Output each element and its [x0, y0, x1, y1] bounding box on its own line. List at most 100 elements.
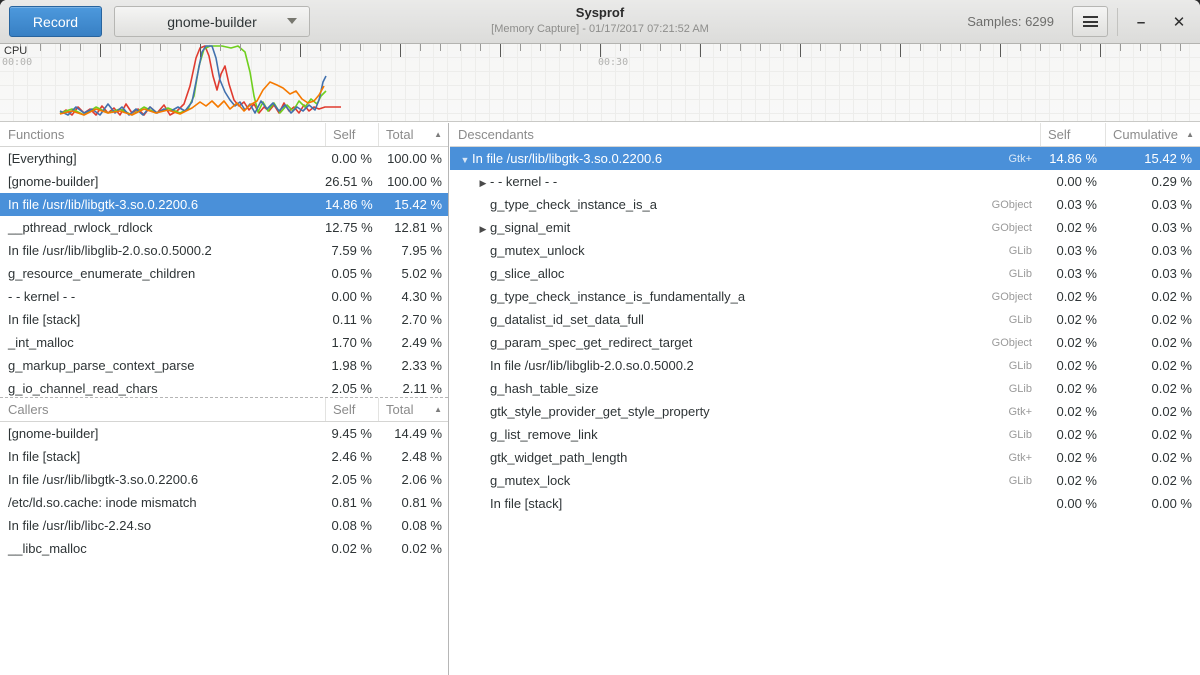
function-row[interactable]: g_markup_parse_context_parse 1.98 % 2.33…	[0, 354, 448, 377]
function-name: [Everything]	[0, 151, 325, 166]
ruler-tick	[40, 44, 41, 51]
callers-column-header[interactable]: Callers	[0, 398, 325, 421]
close-button[interactable]: ✕	[1162, 0, 1196, 44]
record-button[interactable]: Record	[9, 6, 102, 37]
functions-column-header[interactable]: Functions	[0, 123, 325, 146]
ruler-tick	[860, 44, 861, 51]
minimize-button[interactable]: –	[1124, 0, 1158, 44]
library-tag: Gtk+	[970, 153, 1040, 165]
total-percent: 2.49 %	[378, 335, 448, 350]
descendant-row[interactable]: g_slice_alloc GLib 0.03 % 0.03 %	[450, 262, 1200, 285]
total-percent: 5.02 %	[378, 266, 448, 281]
ruler-tick	[500, 44, 501, 57]
ruler-tick	[780, 44, 781, 51]
descendant-row[interactable]: ▼In file /usr/lib/libgtk-3.so.0.2200.6 G…	[450, 147, 1200, 170]
function-name: In file /usr/lib/libgtk-3.so.0.2200.6	[0, 197, 325, 212]
ruler-tick	[700, 44, 701, 57]
descendants-cumulative-column-header[interactable]: Cumulative ▲	[1105, 123, 1200, 146]
descendant-row[interactable]: g_datalist_id_set_data_full GLib 0.02 % …	[450, 308, 1200, 331]
cumulative-percent: 0.02 %	[1105, 335, 1200, 350]
descendant-row[interactable]: ▶g_signal_emit GObject 0.02 % 0.03 %	[450, 216, 1200, 239]
expander-icon[interactable]: ▶	[476, 178, 490, 189]
self-percent: 0.02 %	[1040, 312, 1105, 327]
descendant-row[interactable]: ▶- - kernel - - 0.00 % 0.29 %	[450, 170, 1200, 193]
ruler-tick	[740, 44, 741, 51]
pane-separator[interactable]	[448, 123, 449, 675]
ruler-tick	[460, 44, 461, 51]
function-name: [gnome-builder]	[0, 426, 325, 441]
self-percent: 0.81 %	[325, 495, 378, 510]
callers-total-column-header[interactable]: Total ▲	[378, 398, 448, 421]
descendant-name: g_mutex_lock	[450, 473, 970, 488]
function-row[interactable]: In file /usr/lib/libc-2.24.so 0.08 % 0.0…	[0, 514, 448, 537]
total-percent: 0.81 %	[378, 495, 448, 510]
library-tag: GLib	[970, 245, 1040, 257]
descendant-name: g_hash_table_size	[450, 381, 970, 396]
function-row[interactable]: __libc_malloc 0.02 % 0.02 %	[0, 537, 448, 560]
cumulative-percent: 0.03 %	[1105, 266, 1200, 281]
target-process-dropdown[interactable]: gnome-builder	[114, 6, 310, 37]
descendant-row[interactable]: g_type_check_instance_is_a GObject 0.03 …	[450, 193, 1200, 216]
chevron-down-icon	[287, 18, 297, 24]
total-percent: 12.81 %	[378, 220, 448, 235]
total-percent: 0.08 %	[378, 518, 448, 533]
descendant-row[interactable]: g_mutex_unlock GLib 0.03 % 0.03 %	[450, 239, 1200, 262]
descendant-row[interactable]: In file /usr/lib/libglib-2.0.so.0.5000.2…	[450, 354, 1200, 377]
self-percent: 0.02 %	[1040, 335, 1105, 350]
function-row[interactable]: /etc/ld.so.cache: inode mismatch 0.81 % …	[0, 491, 448, 514]
ruler-tick	[280, 44, 281, 51]
ruler-tick	[760, 44, 761, 51]
function-name: In file /usr/lib/libgtk-3.so.0.2200.6	[0, 472, 325, 487]
function-row[interactable]: [gnome-builder] 26.51 % 100.00 %	[0, 170, 448, 193]
function-row[interactable]: In file [stack] 0.11 % 2.70 %	[0, 308, 448, 331]
functions-total-column-header[interactable]: Total ▲	[378, 123, 448, 146]
cumulative-percent: 0.03 %	[1105, 243, 1200, 258]
descendant-row[interactable]: g_mutex_lock GLib 0.02 % 0.02 %	[450, 469, 1200, 492]
function-row[interactable]: - - kernel - - 0.00 % 4.30 %	[0, 285, 448, 308]
function-row[interactable]: _int_malloc 1.70 % 2.49 %	[0, 331, 448, 354]
self-percent: 0.02 %	[1040, 404, 1105, 419]
functions-self-column-header[interactable]: Self	[325, 123, 378, 146]
menu-button[interactable]	[1072, 6, 1108, 37]
library-tag: GLib	[970, 475, 1040, 487]
function-row[interactable]: In file /usr/lib/libglib-2.0.so.0.5000.2…	[0, 239, 448, 262]
descendant-row[interactable]: g_param_spec_get_redirect_target GObject…	[450, 331, 1200, 354]
expander-icon[interactable]: ▼	[458, 155, 472, 165]
descendants-panel: Descendants Self Cumulative ▲ ▼In file /…	[450, 123, 1200, 515]
headerbar: Record gnome-builder Sysprof [Memory Cap…	[0, 0, 1200, 44]
descendants-self-column-header[interactable]: Self	[1040, 123, 1105, 146]
descendant-row[interactable]: g_hash_table_size GLib 0.02 % 0.02 %	[450, 377, 1200, 400]
descendant-row[interactable]: gtk_widget_path_length Gtk+ 0.02 % 0.02 …	[450, 446, 1200, 469]
function-row[interactable]: [Everything] 0.00 % 100.00 %	[0, 147, 448, 170]
self-percent: 1.70 %	[325, 335, 378, 350]
function-row[interactable]: g_resource_enumerate_children 0.05 % 5.0…	[0, 262, 448, 285]
function-row[interactable]: In file [stack] 2.46 % 2.48 %	[0, 445, 448, 468]
descendant-row[interactable]: g_list_remove_link GLib 0.02 % 0.02 %	[450, 423, 1200, 446]
expander-icon[interactable]: ▶	[476, 224, 490, 235]
descendants-column-header[interactable]: Descendants	[450, 123, 1040, 146]
ruler-tick	[960, 44, 961, 51]
function-row[interactable]: g_io_channel_read_chars 2.05 % 2.11 %	[0, 377, 448, 398]
function-row[interactable]: In file /usr/lib/libgtk-3.so.0.2200.6 2.…	[0, 468, 448, 491]
sort-ascending-icon: ▲	[434, 405, 442, 414]
callers-self-column-header[interactable]: Self	[325, 398, 378, 421]
ruler-tick	[1000, 44, 1001, 57]
descendant-row[interactable]: g_type_check_instance_is_fundamentally_a…	[450, 285, 1200, 308]
function-row[interactable]: __pthread_rwlock_rdlock 12.75 % 12.81 %	[0, 216, 448, 239]
self-percent: 9.45 %	[325, 426, 378, 441]
descendant-row[interactable]: gtk_style_provider_get_style_property Gt…	[450, 400, 1200, 423]
cumulative-percent: 0.03 %	[1105, 220, 1200, 235]
function-name: - - kernel - -	[0, 289, 325, 304]
self-percent: 14.86 %	[325, 197, 378, 212]
ruler-tick	[400, 44, 401, 57]
time-label-mid: 00:30	[598, 57, 628, 68]
descendant-row[interactable]: In file [stack] 0.00 % 0.00 %	[450, 492, 1200, 515]
cumulative-percent: 0.00 %	[1105, 496, 1200, 511]
ruler-tick	[440, 44, 441, 51]
ruler-tick	[1080, 44, 1081, 51]
self-percent: 0.00 %	[1040, 174, 1105, 189]
cpu-timeline-graph[interactable]: CPU 00:00 00:30	[0, 44, 1200, 122]
function-row[interactable]: In file /usr/lib/libgtk-3.so.0.2200.6 14…	[0, 193, 448, 216]
function-row[interactable]: [gnome-builder] 9.45 % 14.49 %	[0, 422, 448, 445]
target-process-label: gnome-builder	[167, 14, 257, 30]
